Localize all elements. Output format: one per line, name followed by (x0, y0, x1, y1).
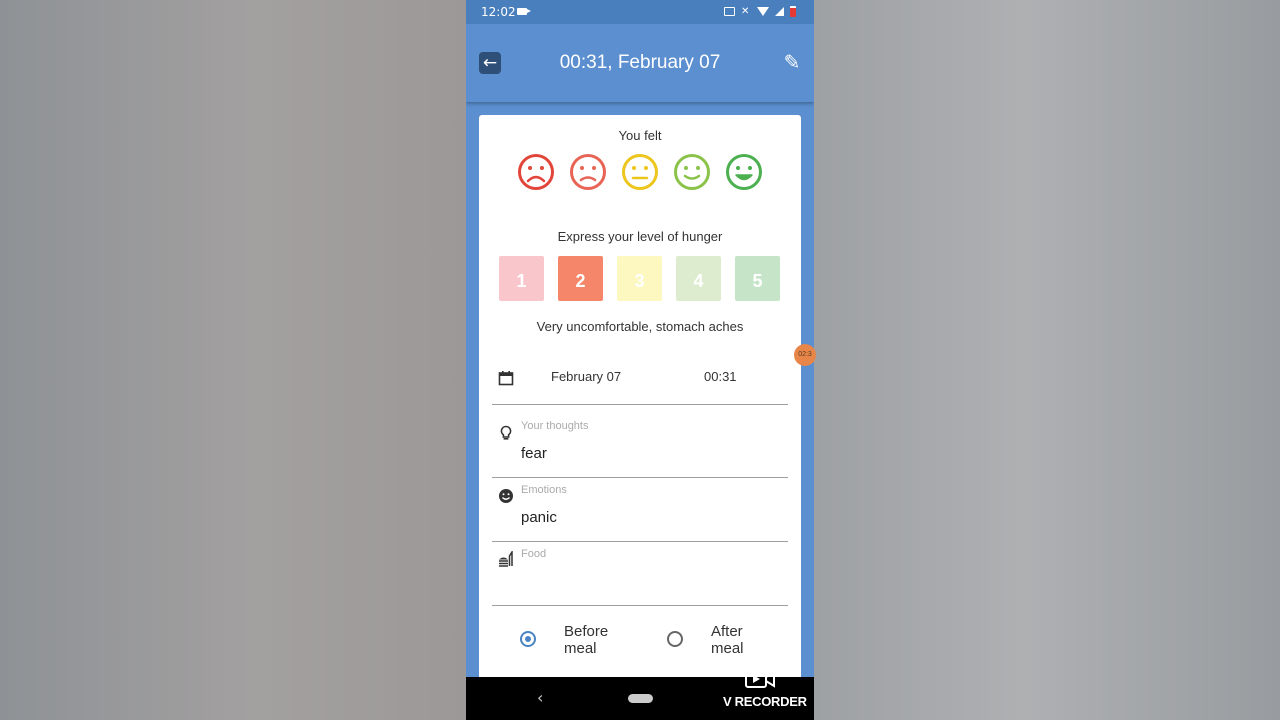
emotions-label: Emotions (521, 484, 567, 496)
thoughts-label: Your thoughts (521, 420, 589, 432)
thoughts-input[interactable]: fear (521, 445, 547, 462)
mood-label: You felt (618, 128, 662, 143)
battery-icon (790, 6, 796, 17)
happy-face-icon[interactable] (725, 153, 763, 191)
date-value[interactable]: February 07 (551, 369, 621, 384)
status-time: 12:02 (481, 5, 516, 19)
hunger-scale: 1 2 3 4 5 (499, 256, 781, 302)
very-sad-face-icon[interactable] (517, 153, 555, 191)
hunger-label: Express your level of hunger (557, 229, 723, 244)
smile-face-icon[interactable] (673, 153, 711, 191)
status-bar: 12:02 ✕ (466, 0, 814, 24)
thoughts-field[interactable]: Your thoughts fear (492, 420, 788, 478)
wifi-icon (757, 7, 769, 16)
app-bar: ← 00:31, February 07 ✎ (466, 24, 814, 102)
before-meal-radio[interactable] (520, 631, 536, 647)
emotions-field[interactable]: Emotions panic (492, 484, 788, 542)
calendar-icon (498, 371, 514, 386)
emoji-icon (499, 489, 513, 503)
mood-faces (517, 153, 763, 191)
food-icon (499, 551, 513, 567)
nav-back-button[interactable]: ‹ (537, 688, 543, 707)
datetime-field[interactable]: February 07 00:31 (492, 355, 788, 405)
lightbulb-icon (500, 425, 512, 440)
meal-timing: Before meal After meal (479, 620, 801, 660)
after-meal-radio[interactable] (667, 631, 683, 647)
watermark-text: V RECORDER (723, 694, 807, 709)
video-camera-icon (745, 670, 775, 688)
nav-home-button[interactable] (628, 694, 653, 703)
entry-card: You felt Express your level of hunger 1 … (479, 115, 801, 715)
time-value[interactable]: 00:31 (704, 369, 737, 384)
sad-face-icon[interactable] (569, 153, 607, 191)
edit-button[interactable]: ✎ (780, 50, 804, 74)
neutral-face-icon[interactable] (621, 153, 659, 191)
before-meal-label[interactable]: Before meal (564, 623, 624, 657)
hunger-level-2[interactable]: 2 (558, 256, 603, 301)
phone-screen: 12:02 ✕ ← 00:31, February 07 ✎ You felt (466, 0, 814, 720)
pencil-icon: ✎ (783, 50, 801, 74)
floating-record-bubble[interactable]: 02:3 (794, 344, 816, 366)
hunger-level-4[interactable]: 4 (676, 256, 721, 301)
food-label: Food (521, 548, 547, 560)
after-meal-label[interactable]: After meal (711, 623, 771, 657)
signal-icon (775, 7, 784, 16)
hunger-level-5[interactable]: 5 (735, 256, 780, 301)
hunger-level-1[interactable]: 1 (499, 256, 544, 301)
hunger-description: Very uncomfortable, stomach aches (536, 319, 744, 334)
emotions-input[interactable]: panic (521, 509, 557, 526)
screen-record-icon (517, 8, 531, 15)
notifications-off-icon: ✕ (741, 6, 750, 17)
food-field[interactable]: Food (492, 548, 788, 606)
recorder-watermark: V RECORDER (723, 665, 807, 715)
page-title: 00:31, February 07 (559, 52, 721, 73)
status-icons: ✕ (724, 6, 796, 17)
hunger-level-3[interactable]: 3 (617, 256, 662, 301)
cast-icon (724, 7, 735, 16)
